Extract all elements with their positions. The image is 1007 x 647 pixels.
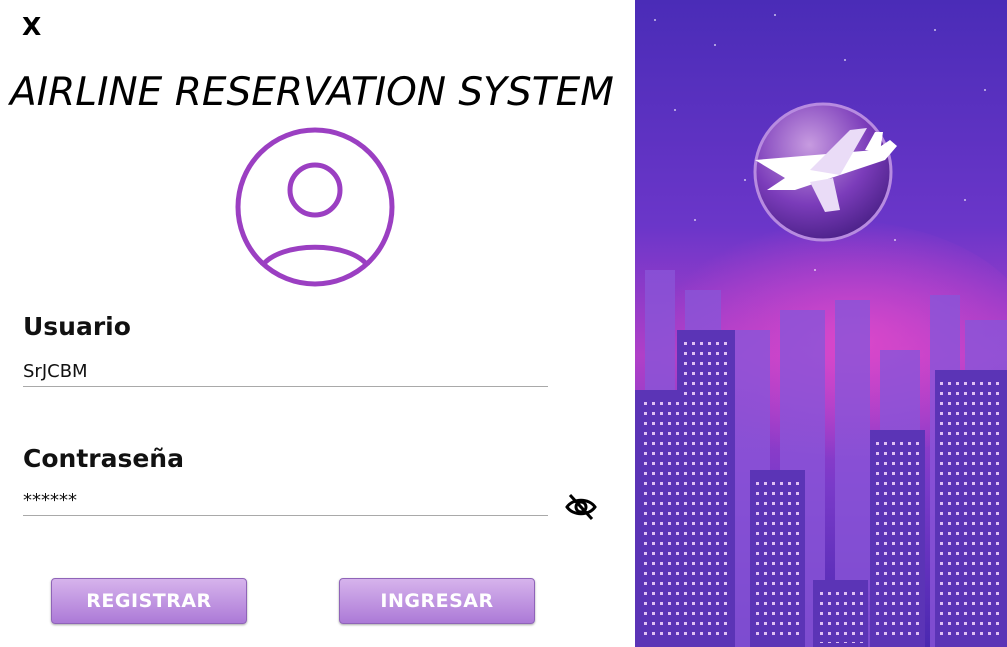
city-illustration xyxy=(635,0,1007,647)
register-button[interactable]: REGISTRAR xyxy=(51,578,247,624)
city-background xyxy=(635,0,1007,647)
eye-slash-icon[interactable] xyxy=(564,490,598,524)
username-input[interactable] xyxy=(23,356,548,387)
username-label: Usuario xyxy=(23,312,131,341)
login-button[interactable]: INGRESAR xyxy=(339,578,535,624)
password-label: Contraseña xyxy=(23,444,184,473)
close-button[interactable]: X xyxy=(22,12,41,41)
login-panel: X AIRLINE RESERVATION SYSTEM Usuario Con… xyxy=(0,0,635,647)
password-input[interactable] xyxy=(23,485,548,516)
user-circle-icon xyxy=(235,127,395,287)
app-title: AIRLINE RESERVATION SYSTEM xyxy=(10,70,614,115)
